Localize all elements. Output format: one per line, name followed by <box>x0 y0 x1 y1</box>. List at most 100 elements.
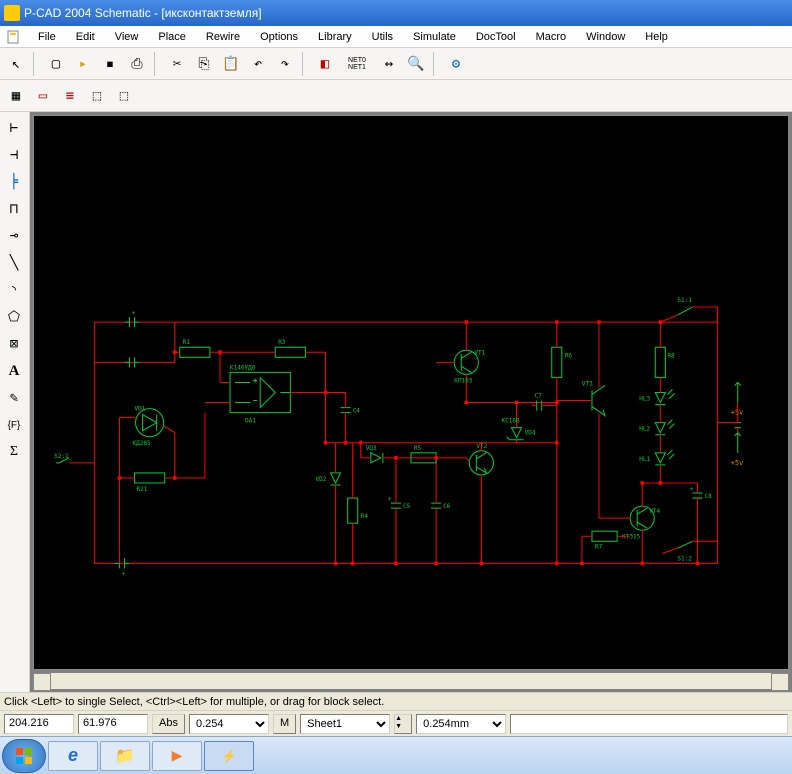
status-hint: Click <Left> to single Select, <Ctrl><Le… <box>4 696 384 708</box>
svg-text:R5: R5 <box>414 445 422 452</box>
svg-text:R8: R8 <box>667 352 675 359</box>
svg-text:VT1: VT1 <box>474 349 485 356</box>
svg-text:C5: C5 <box>403 503 411 510</box>
menu-utils[interactable]: Utils <box>362 28 403 46</box>
doc-icon[interactable] <box>6 29 22 45</box>
menu-view[interactable]: View <box>105 28 149 46</box>
hierarchy-down-button[interactable]: ⬚ <box>112 84 136 108</box>
windows-taskbar: e 📁 ▶ ⚡ <box>0 736 792 774</box>
svg-text:VT2: VT2 <box>476 443 487 450</box>
measure-tool[interactable]: ↔ <box>377 52 401 76</box>
print-button[interactable]: ⎙ <box>125 52 149 76</box>
svg-text:R4: R4 <box>361 513 369 520</box>
svg-text:S2:1: S2:1 <box>54 453 69 460</box>
cut-button[interactable]: ✂ <box>165 52 189 76</box>
horizontal-scrollbar[interactable] <box>33 673 789 689</box>
abs-rel-button[interactable]: Abs <box>152 714 185 734</box>
copy-button[interactable]: ⎘ <box>192 52 216 76</box>
menu-place[interactable]: Place <box>148 28 196 46</box>
taskbar-explorer[interactable]: 📁 <box>100 741 150 771</box>
place-arc-tool[interactable]: ◝ <box>2 278 26 302</box>
svg-text:VD2: VD2 <box>315 476 326 483</box>
grid-button[interactable]: ▦ <box>4 84 28 108</box>
hierarchy-up-button[interactable]: ⬚ <box>85 84 109 108</box>
place-field-tool[interactable]: {F} <box>2 413 26 437</box>
menu-library[interactable]: Library <box>308 28 362 46</box>
svg-text:VD3: VD3 <box>366 445 377 452</box>
main-area: ⊢ ⊣ ╞ ⊓ ⊸ ╲ ◝ ⬠ ⊠ A ✎ {F} Σ S2:1 + <box>0 112 792 692</box>
redo-button[interactable]: ↷ <box>273 52 297 76</box>
svg-text:+: + <box>121 570 125 577</box>
zoom-tool[interactable]: 🔍 <box>404 52 428 76</box>
place-wire-tool[interactable]: ⊣ <box>2 143 26 167</box>
menu-simulate[interactable]: Simulate <box>403 28 466 46</box>
app-icon: ⚡ <box>4 5 20 21</box>
menu-doctool[interactable]: DocTool <box>466 28 526 46</box>
svg-text:VD4: VD4 <box>525 430 536 437</box>
netlist-tool[interactable]: NET0NET1 <box>340 52 374 76</box>
menu-options[interactable]: Options <box>250 28 308 46</box>
command-input[interactable] <box>510 714 788 734</box>
place-attribute-tool[interactable]: ✎ <box>2 386 26 410</box>
place-text-tool[interactable]: A <box>2 359 26 383</box>
menu-help[interactable]: Help <box>635 28 678 46</box>
save-file-button[interactable]: ▪ <box>98 52 122 76</box>
select-arrow-tool[interactable]: ↖ <box>4 52 28 76</box>
svg-text:VT4: VT4 <box>649 508 660 515</box>
menubar: File Edit View Place Rewire Options Libr… <box>0 26 792 48</box>
svg-text:C4: C4 <box>353 408 361 415</box>
svg-text:R7: R7 <box>595 543 603 550</box>
list-button[interactable]: ≡ <box>58 84 82 108</box>
taskbar-media[interactable]: ▶ <box>152 741 202 771</box>
menu-rewire[interactable]: Rewire <box>196 28 250 46</box>
windows-logo-icon <box>14 746 34 766</box>
select-rect-button[interactable]: ▭ <box>31 84 55 108</box>
svg-text:C8: C8 <box>705 493 713 500</box>
taskbar-pcad[interactable]: ⚡ <box>204 741 254 771</box>
svg-text:C7: C7 <box>535 393 543 400</box>
place-pin-tool[interactable]: ⊸ <box>2 224 26 248</box>
place-part-tool[interactable]: ⊢ <box>2 116 26 140</box>
coord-y: 61.976 <box>78 714 148 734</box>
svg-text:+: + <box>388 496 392 503</box>
paste-button[interactable]: 📋 <box>219 52 243 76</box>
menu-edit[interactable]: Edit <box>66 28 105 46</box>
new-file-button[interactable]: ▢ <box>44 52 68 76</box>
svg-text:R3: R3 <box>278 339 286 346</box>
coordinate-bar: 204.216 61.976 Abs 0.254 M Sheet1 ▲▼ 0.2… <box>0 710 792 736</box>
taskbar-ie[interactable]: e <box>48 741 98 771</box>
schematic-drawing: S2:1 + + VD1 КД265 R1 <box>34 116 788 669</box>
undo-button[interactable]: ↶ <box>246 52 270 76</box>
grid-select[interactable]: 0.254 <box>189 714 269 734</box>
svg-text:+: + <box>689 486 693 493</box>
units-select[interactable]: 0.254mm <box>416 714 506 734</box>
titlebar: ⚡ P-CAD 2004 Schematic - [иксконтактземл… <box>0 0 792 26</box>
menu-macro[interactable]: Macro <box>526 28 577 46</box>
record-tool[interactable]: ◧ <box>313 52 337 76</box>
place-ieee-tool[interactable]: Σ <box>2 440 26 464</box>
svg-text:R6: R6 <box>565 352 573 359</box>
ie-icon: e <box>68 745 78 766</box>
svg-text:+5v: +5v <box>731 458 744 467</box>
place-ref-tool[interactable]: ⊠ <box>2 332 26 356</box>
svg-text:+: + <box>132 310 136 317</box>
component-tool[interactable]: ⚙ <box>444 52 468 76</box>
macro-button[interactable]: M <box>273 714 296 734</box>
canvas-container: S2:1 + + VD1 КД265 R1 <box>30 112 792 692</box>
place-toolbar: ⊢ ⊣ ╞ ⊓ ⊸ ╲ ◝ ⬠ ⊠ A ✎ {F} Σ <box>0 112 30 692</box>
sheet-spinner[interactable]: ▲▼ <box>394 714 412 734</box>
place-bus-tool[interactable]: ╞ <box>2 170 26 194</box>
sheet-select[interactable]: Sheet1 <box>300 714 390 734</box>
menu-file[interactable]: File <box>28 28 66 46</box>
place-polygon-tool[interactable]: ⬠ <box>2 305 26 329</box>
place-port-tool[interactable]: ⊓ <box>2 197 26 221</box>
start-button[interactable] <box>2 739 46 773</box>
svg-text:HL3: HL3 <box>639 396 650 403</box>
schematic-canvas[interactable]: S2:1 + + VD1 КД265 R1 <box>33 115 789 670</box>
menu-window[interactable]: Window <box>576 28 635 46</box>
svg-text:R21: R21 <box>137 486 148 493</box>
place-line-tool[interactable]: ╲ <box>2 251 26 275</box>
open-file-button[interactable]: ▸ <box>71 52 95 76</box>
window-title: P-CAD 2004 Schematic - [иксконтактземля] <box>24 6 262 20</box>
svg-text:+5v: +5v <box>731 408 744 417</box>
